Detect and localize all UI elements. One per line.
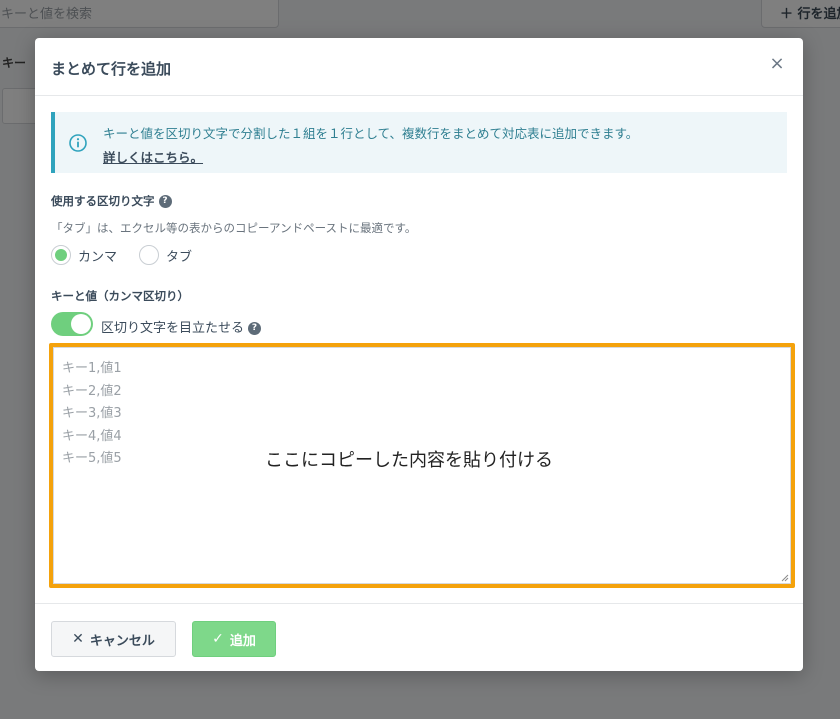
info-box: キーと値を区切り文字で分割した１組を１行として、複数行をまとめて対応表に追加でき… [51,112,787,173]
check-icon: ✓ [212,631,224,647]
bulk-add-dialog: まとめて行を追加 × キーと値を区切り文字で分割した１組を１行として、複数行をま… [35,38,803,671]
dialog-title: まとめて行を追加 [51,60,172,78]
learn-more-link[interactable]: 詳しくはこちら。 [103,147,203,166]
dialog-header: まとめて行を追加 × [35,38,803,96]
radio-tab[interactable] [139,245,160,265]
toggle-knob [71,314,91,334]
info-text: キーと値を区切り文字で分割した１組を１行として、複数行をまとめて対応表に追加でき… [103,126,639,141]
delimiter-label-text: 使用する区切り文字 [51,194,155,208]
cancel-button[interactable]: ✕ キャンセル [51,621,176,657]
toggle-label: 区切り文字を目立たせる? [101,317,262,336]
close-icon[interactable]: × [769,55,785,73]
info-icon [69,134,87,152]
close-icon: ✕ [72,631,84,647]
toggle-label-text: 区切り文字を目立たせる [101,321,245,336]
help-icon[interactable]: ? [158,195,172,208]
help-icon[interactable]: ? [248,322,262,335]
delimiter-radio-group: カンマ タブ [51,245,214,265]
add-button-label: 追加 [229,633,256,649]
radio-comma[interactable] [51,245,71,265]
resize-grip-icon[interactable] [781,574,789,582]
paste-annotation: ここにコピーした内容を貼り付ける [265,450,553,471]
cancel-button-label: キャンセル [89,633,155,649]
delimiter-hint: 「タブ」は、エクセル等の表からのコピーアンドペーストに最適です。 [51,221,417,235]
add-button[interactable]: ✓ 追加 [192,621,276,657]
radio-tab-label[interactable]: タブ [166,246,192,265]
highlight-delimiter-toggle[interactable] [51,312,93,336]
delimiter-label: 使用する区切り文字? [51,193,172,209]
radio-comma-label[interactable]: カンマ [78,246,117,265]
kv-section-label: キーと値（カンマ区切り） [51,289,189,303]
dialog-footer: ✕ キャンセル ✓ 追加 [35,603,803,671]
